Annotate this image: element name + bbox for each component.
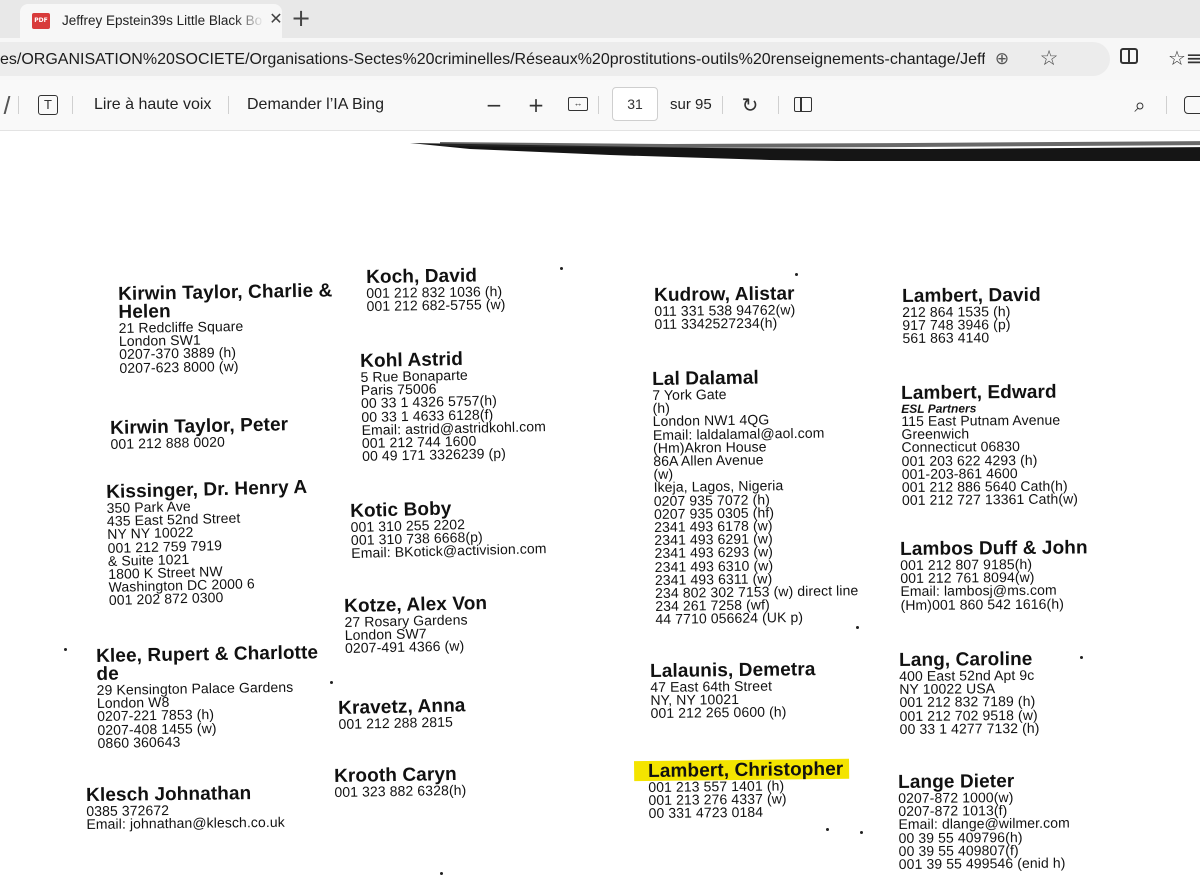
contact-detail: 00 33 1 4277 7132 (h)	[899, 719, 1040, 737]
contact-entry: Lange Dieter 0207-872 1000(w) 0207-872 101…	[898, 771, 1070, 873]
contact-entry: Kotic Boby 001 310 255 2202 001 310 738 66…	[350, 498, 547, 562]
contact-entry: Klesch Johnathan 0385 372672 Email: johnat…	[86, 783, 285, 833]
contact-detail: 001 212 888 0020	[110, 433, 226, 452]
fit-width-icon[interactable]: ↔	[568, 97, 588, 111]
ask-ai-button[interactable]: Demander l’IA Bing	[247, 96, 384, 114]
draw-icon[interactable]	[0, 96, 11, 114]
contact-entry: Kotze, Alex Von 27 Rosary Gardens London S…	[344, 593, 488, 657]
print-icon[interactable]	[1184, 96, 1200, 114]
speck	[1080, 656, 1083, 659]
contact-detail: 0207-491 4366 (w)	[344, 637, 465, 657]
toolbar-divider	[18, 96, 19, 114]
toolbar-divider	[72, 96, 73, 114]
address-bar[interactable]: es/ORGANISATION%20SOCIETE/Organisations-…	[0, 42, 1110, 76]
page-total-label: sur 95	[670, 96, 712, 113]
speck	[330, 681, 333, 684]
contact-detail: 001 212 727 13361 Cath(w)	[901, 490, 1079, 509]
contact-entry: Lang, Caroline 400 East 52nd Apt 9c NY 100…	[899, 649, 1040, 737]
tab-strip: PDF Jeffrey Epstein39s Little Black Book…	[0, 0, 1200, 38]
speck	[826, 828, 829, 831]
toolbar-divider	[1166, 96, 1167, 114]
tab-title: Jeffrey Epstein39s Little Black Book	[62, 13, 262, 28]
contact-name: Lambert, Edward	[900, 381, 1057, 404]
tab-title-fade	[234, 8, 264, 34]
speck	[795, 273, 798, 276]
contact-entry: Kravetz, Anna 001 212 288 2815	[338, 695, 466, 732]
contact-detail: 001 39 55 499546 (enid h)	[898, 854, 1066, 873]
pdf-toolbar: T Lire à haute voix Demander l’IA Bing −…	[0, 80, 1200, 131]
contact-entry: Kirwin Taylor, Peter 001 212 888 0020	[110, 414, 289, 452]
contact-detail: 0207-623 8000 (w)	[119, 357, 239, 376]
read-aloud-button[interactable]: Lire à haute voix	[94, 96, 211, 114]
contact-detail: 00 331 4723 0184	[648, 804, 764, 822]
contact-detail: 00 49 171 3326239 (p)	[361, 445, 507, 465]
search-icon[interactable]: ⌕	[1128, 93, 1152, 117]
contact-detail: (Hm)001 860 542 1616(h)	[900, 595, 1065, 613]
contact-entry: Lalaunis, Demetra 47 East 64th Street NY, …	[650, 659, 816, 722]
contact-detail: 011 3342527234(h)	[654, 314, 778, 333]
contact-entry: Klee, Rupert & Charlotte de 29 Kensington …	[95, 642, 320, 751]
star-icon[interactable]: ☆	[1038, 48, 1060, 70]
toolbar-divider	[722, 96, 723, 114]
split-screen-icon[interactable]	[1120, 48, 1138, 64]
pdf-page: Kirwin Taylor, Charlie & Helen 21 Redcliff…	[0, 131, 1200, 882]
contact-entry: Kirwin Taylor, Charlie & Helen 21 Redcliff…	[118, 280, 334, 376]
contact-detail: 001 323 882 6328(h)	[334, 781, 467, 800]
toolbar-divider	[228, 96, 229, 114]
contact-name: Klee, Rupert & Charlotte	[95, 642, 319, 667]
contact-entry: Lambos Duff & John 001 212 807 9185(h) 001…	[900, 537, 1088, 613]
toolbar-divider	[598, 96, 599, 114]
speck	[560, 267, 563, 270]
contact-entry: Krooth Caryn 001 323 882 6328(h)	[334, 764, 467, 800]
speck	[856, 626, 859, 629]
contact-detail: Email: johnathan@klesch.co.uk	[86, 813, 285, 833]
contact-entry: Koch, David 001 212 832 1036 (h) 001 212 6…	[366, 265, 506, 315]
pdf-icon: PDF	[32, 13, 50, 29]
contact-detail: 561 863 4140	[902, 329, 990, 347]
contact-detail: Email: BKotick@activision.com	[351, 540, 547, 562]
contact-entry: Kudrow, Alistar 011 331 538 94762(w) 011 3…	[654, 283, 796, 333]
contact-entry: Kohl Astrid 5 Rue Bonaparte Paris 75006 00 …	[360, 349, 547, 465]
contact-detail: 001 212 288 2815	[338, 713, 454, 732]
page-view-icon[interactable]	[794, 97, 812, 112]
url-text[interactable]: es/ORGANISATION%20SOCIETE/Organisations-…	[0, 51, 985, 69]
zoom-out-button[interactable]: −	[482, 93, 506, 117]
contact-detail: 001 212 682-5755 (w)	[366, 296, 506, 315]
contact-entry: Lambert, David 212 864 1535 (h) 917 748 39…	[902, 285, 1041, 347]
contact-entry: Lambert, Edward ESL Partners 115 East Putn…	[900, 381, 1079, 509]
contact-detail: 001 202 872 0300	[108, 589, 224, 609]
close-icon[interactable]: ✕	[266, 10, 286, 30]
new-tab-button[interactable]: +	[288, 6, 314, 32]
contact-entry: Kissinger, Dr. Henry A 350 Park Ave 435 Ea…	[106, 477, 310, 609]
speck	[440, 872, 443, 875]
rotate-icon[interactable]: ↻	[738, 93, 762, 117]
contact-detail: 001 212 265 0600 (h)	[650, 703, 787, 722]
zoom-in-button[interactable]: +	[524, 93, 548, 117]
text-icon[interactable]: T	[38, 95, 58, 115]
zoom-in-icon[interactable]: ⊕	[992, 49, 1012, 69]
toolbar-divider	[778, 96, 779, 114]
contact-entry: Lambert, Christopher 001 213 557 1401 (h)…	[634, 758, 850, 822]
speck	[860, 831, 863, 834]
page-number-input[interactable]: 31	[612, 87, 658, 121]
tab-active[interactable]: PDF Jeffrey Epstein39s Little Black Book…	[20, 4, 283, 38]
favorites-icon[interactable]: ☆≡	[1168, 47, 1200, 69]
contact-detail: 44 7710 056624 (UK p)	[655, 609, 804, 628]
scan-artifact	[410, 141, 1200, 161]
contact-entry: Lal Dalamal 7 York Gate (h) London NW1 4QG E…	[652, 368, 859, 628]
navigation-bar: es/ORGANISATION%20SOCIETE/Organisations-…	[0, 38, 1200, 80]
speck	[64, 648, 67, 651]
